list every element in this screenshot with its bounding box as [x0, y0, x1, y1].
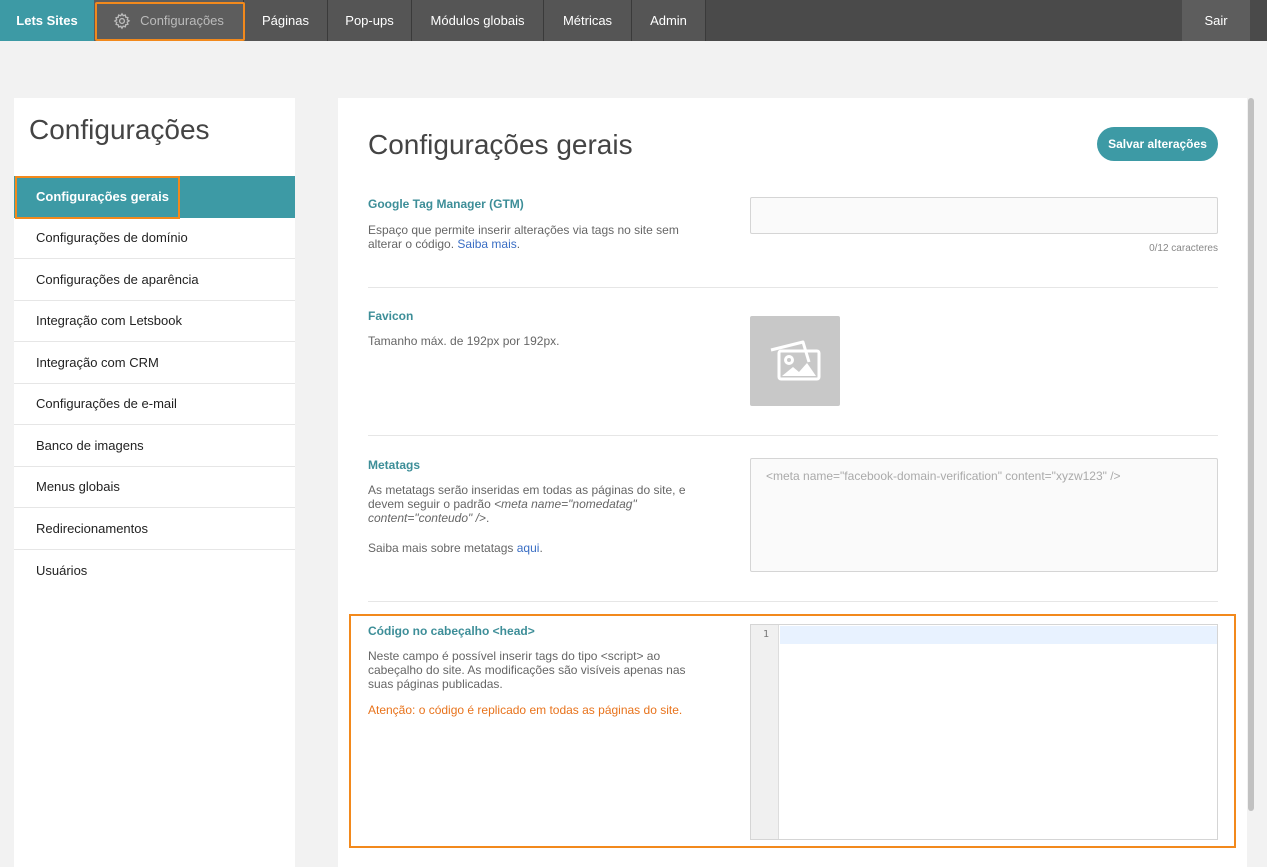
section-divider — [368, 601, 1218, 602]
sidebar-title: Configurações — [29, 114, 210, 145]
sidebar-item-configuracoes-gerais[interactable]: Configurações gerais — [14, 176, 295, 219]
metatags-label: Metatags — [368, 458, 421, 472]
code-editor-active-line — [780, 626, 1217, 644]
sidebar-item-configuracoes-aparencia[interactable]: Configurações de aparência — [14, 259, 295, 301]
sidebar-item-banco-imagens[interactable]: Banco de imagens — [14, 425, 295, 467]
save-changes-button[interactable]: Salvar alterações — [1097, 127, 1218, 161]
metatags-learn-more-link[interactable]: aqui — [517, 541, 540, 555]
favicon-description: Tamanho máx. de 192px por 192px. — [368, 334, 560, 348]
favicon-label: Favicon — [368, 309, 414, 323]
gtm-description-text: Espaço que permite inserir alterações vi… — [368, 223, 679, 251]
sidebar-item-redirecionamentos[interactable]: Redirecionamentos — [14, 508, 295, 550]
sidebar-item-menus-globais[interactable]: Menus globais — [14, 467, 295, 508]
nav-paginas[interactable]: Páginas — [244, 0, 328, 41]
metatags-more-info: Saiba mais sobre metatags aqui. — [368, 541, 543, 555]
settings-main-panel: Configurações gerais Salvar alterações G… — [338, 98, 1247, 867]
settings-sidebar: Configurações Configurações gerais Confi… — [14, 98, 295, 867]
metatags-more-text: Saiba mais sobre metatags — [368, 541, 514, 555]
sidebar-item-configuracoes-dominio[interactable]: Configurações de domínio — [14, 218, 295, 259]
image-icon — [765, 334, 825, 389]
head-code-warning: Atenção: o código é replicado em todas a… — [368, 703, 683, 717]
top-navbar: Lets Sites Configurações Páginas Pop-ups… — [0, 0, 1267, 41]
nav-admin[interactable]: Admin — [632, 0, 706, 41]
gtm-input[interactable] — [750, 197, 1218, 234]
page-title: Configurações gerais — [368, 129, 633, 160]
section-divider — [368, 435, 1218, 436]
code-editor-gutter: 1 — [751, 625, 779, 839]
sidebar-item-usuarios[interactable]: Usuários — [14, 550, 295, 592]
gtm-learn-more-link[interactable]: Saiba mais — [457, 237, 516, 251]
line-number: 1 — [762, 629, 769, 640]
nav-configuracoes-label: Configurações — [140, 13, 224, 28]
head-code-label: Código no cabeçalho <head> — [368, 624, 535, 638]
logout-button[interactable]: Sair — [1182, 0, 1250, 41]
nav-popups[interactable]: Pop-ups — [328, 0, 412, 41]
head-code-editor[interactable]: 1 — [750, 624, 1218, 840]
gear-icon — [113, 12, 131, 30]
metatags-textarea[interactable]: <meta name="facebook-domain-verification… — [750, 458, 1218, 572]
metatags-description: As metatags serão inseridas em todas as … — [368, 483, 686, 525]
head-code-description: Neste campo é possível inserir tags do t… — [368, 649, 686, 691]
nav-modulos-globais[interactable]: Módulos globais — [412, 0, 544, 41]
favicon-upload[interactable] — [750, 316, 840, 406]
sidebar-item-integracao-letsbook[interactable]: Integração com Letsbook — [14, 301, 295, 342]
nav-configuracoes[interactable]: Configurações — [94, 0, 245, 41]
brand-link[interactable]: Lets Sites — [0, 0, 94, 41]
main-scrollbar[interactable] — [1248, 98, 1254, 811]
gtm-label: Google Tag Manager (GTM) — [368, 197, 524, 211]
sidebar-menu: Configurações gerais Configurações de do… — [14, 176, 295, 591]
sidebar-item-integracao-crm[interactable]: Integração com CRM — [14, 342, 295, 384]
sidebar-item-configuracoes-email[interactable]: Configurações de e-mail — [14, 384, 295, 425]
gtm-char-counter: 0/12 caracteres — [1149, 243, 1218, 254]
nav-metricas[interactable]: Métricas — [544, 0, 632, 41]
section-divider — [368, 287, 1218, 288]
gtm-description: Espaço que permite inserir alterações vi… — [368, 223, 679, 251]
